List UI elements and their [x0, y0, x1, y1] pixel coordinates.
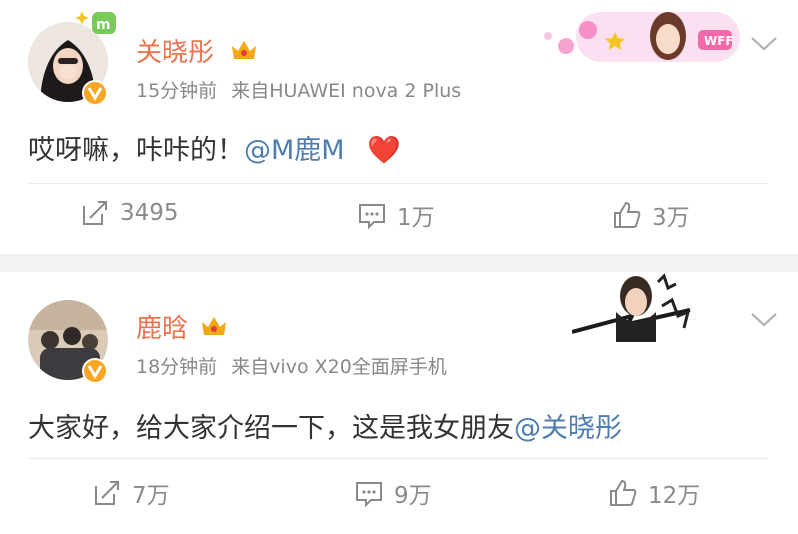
repost-icon [95, 481, 119, 505]
author-name[interactable]: 关晓彤 [136, 32, 214, 69]
sticker-decoration: m [75, 11, 116, 34]
comment-button[interactable]: 9万 [354, 476, 432, 510]
author-name[interactable]: 鹿晗 [136, 308, 188, 345]
comment-icon [356, 482, 382, 508]
post-source[interactable]: 来自vivo X20全面屏手机 [231, 356, 447, 378]
sticker-banner: WFF [536, 8, 740, 64]
chevron-down-icon[interactable] [750, 36, 778, 52]
like-button[interactable]: 12万 [608, 476, 700, 510]
post-meta: 15分钟前 来自HUAWEI nova 2 Plus [136, 76, 461, 103]
sticker-banner [571, 272, 700, 342]
verified-icon [82, 358, 108, 384]
comment-count: 9万 [394, 483, 432, 509]
like-count: 12万 [648, 483, 701, 509]
comment-icon [359, 204, 385, 230]
comment-count: 1万 [397, 205, 435, 231]
repost-count: 3495 [120, 200, 179, 226]
post-text: 哎呀嘛，咔咔的！ [28, 135, 244, 166]
like-icon [610, 479, 637, 506]
post-content: 大家好，给大家介绍一下，这是我女朋友@关晓彤 [28, 406, 622, 445]
post-time: 18分钟前 [136, 356, 218, 378]
heart-emoji: ❤️ [367, 135, 401, 166]
repost-icon [83, 201, 107, 225]
svg-text:m: m [96, 17, 111, 33]
weibo-post: m 关晓彤 15分钟前 来自HUAWEI nova 2 Plus WFF 哎呀嘛，… [0, 0, 798, 254]
post-meta: 18分钟前 来自vivo X20全面屏手机 [136, 352, 447, 379]
sticker-label: WFF [704, 34, 734, 48]
mention-link[interactable]: @M鹿M [244, 135, 345, 166]
chevron-down-icon[interactable] [750, 312, 778, 328]
like-count: 3万 [652, 205, 690, 231]
crown-icon [202, 317, 226, 335]
crown-icon [232, 41, 256, 59]
action-divider [28, 183, 768, 184]
comment-button[interactable]: 1万 [357, 198, 435, 232]
post-source[interactable]: 来自HUAWEI nova 2 Plus [231, 80, 461, 102]
verified-icon [82, 80, 108, 106]
repost-count: 7万 [132, 483, 170, 509]
post-content: 哎呀嘛，咔咔的！@M鹿M ❤️ [28, 128, 401, 167]
action-divider [28, 458, 768, 459]
like-button[interactable]: 3万 [612, 198, 690, 232]
like-icon [614, 201, 641, 228]
mention-link[interactable]: @关晓彤 [514, 413, 622, 444]
repost-button[interactable]: 7万 [92, 476, 170, 510]
repost-button[interactable]: 3495 [80, 198, 179, 228]
weibo-post: 鹿晗 18分钟前 来自vivo X20全面屏手机 大家好，给大家介绍一下，这是我女… [0, 272, 798, 534]
post-time: 15分钟前 [136, 80, 218, 102]
post-separator [0, 254, 798, 272]
post-text: 大家好，给大家介绍一下，这是我女朋友 [28, 413, 514, 444]
